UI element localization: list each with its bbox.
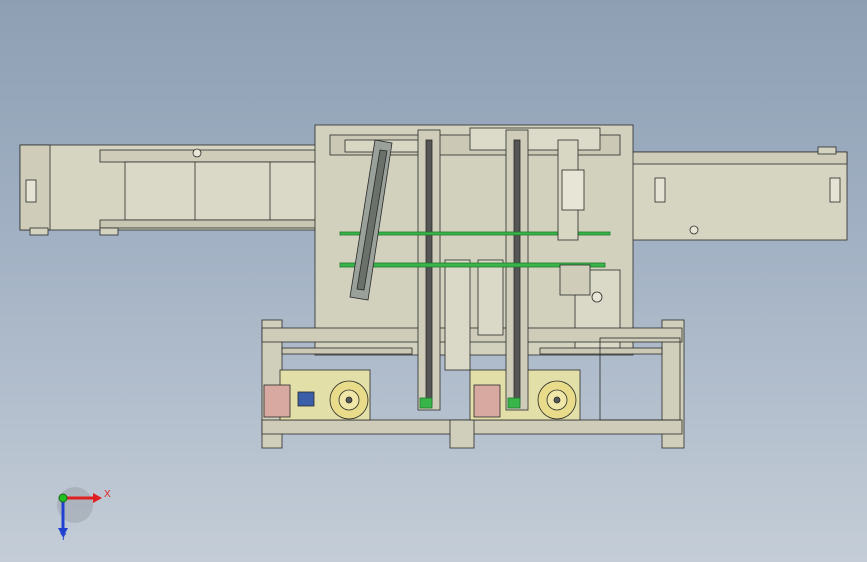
machine-assembly[interactable] <box>19 124 848 449</box>
cad-viewport[interactable]: X Y <box>0 0 867 562</box>
x-axis-label: X <box>104 489 111 500</box>
coordinate-triad: X Y <box>57 487 111 543</box>
x-axis-arrowhead <box>93 493 102 503</box>
left-drive-unit <box>263 369 371 421</box>
right-extension-beam <box>614 146 848 241</box>
left-extension-beam <box>19 144 361 236</box>
y-axis-dot <box>58 493 68 503</box>
y-axis-label: Y <box>60 532 67 543</box>
